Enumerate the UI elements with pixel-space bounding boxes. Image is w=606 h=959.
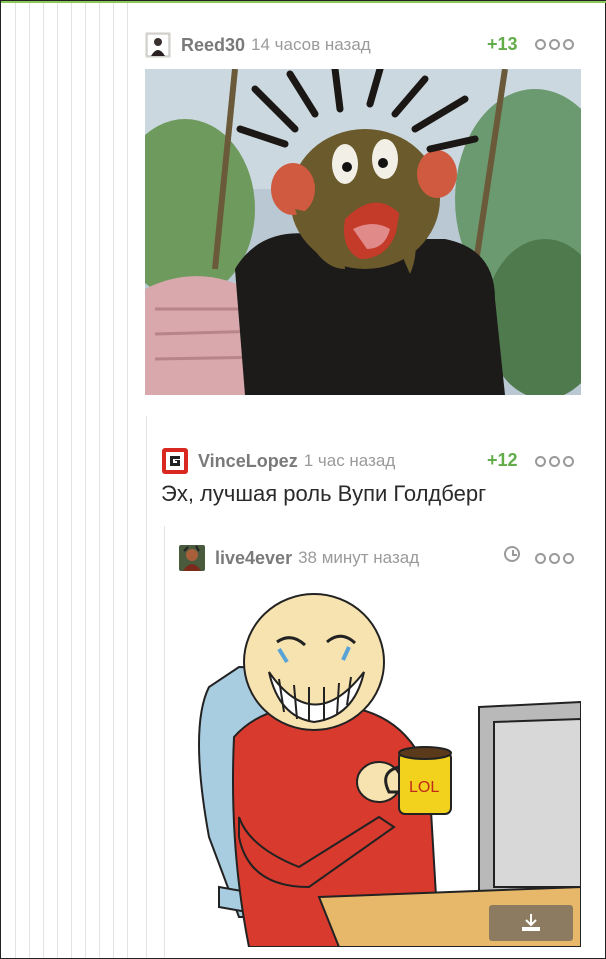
- download-icon: [522, 914, 540, 931]
- comment-text: Эх, лучшая роль Вупи Голдберг: [161, 481, 487, 506]
- more-options-icon[interactable]: [535, 39, 574, 50]
- comment-header: live4ever 38 минут назад: [179, 544, 419, 572]
- thread-line: [29, 3, 30, 958]
- thread-line: [43, 3, 44, 958]
- thread-line: [146, 416, 147, 958]
- thread-line: [57, 3, 58, 958]
- character-avatar-icon[interactable]: [179, 545, 205, 571]
- comment-header: Reed30 14 часов назад: [145, 31, 371, 59]
- thread-line: [71, 3, 72, 958]
- mug-text: LOL: [409, 779, 439, 796]
- comment-time: 38 минут назад: [298, 548, 420, 567]
- username[interactable]: VinceLopez: [198, 451, 298, 472]
- thread-line: [164, 526, 165, 958]
- clock-icon: [504, 546, 520, 562]
- username[interactable]: Reed30: [181, 35, 245, 56]
- username[interactable]: live4ever: [215, 548, 292, 569]
- comment-time: 1 час назад: [303, 451, 396, 470]
- thread-line: [15, 3, 16, 958]
- thread-line: [127, 3, 128, 958]
- user-avatar-icon[interactable]: [145, 32, 171, 58]
- comment-rating: +12: [487, 450, 518, 470]
- thread-line: [85, 3, 86, 958]
- laughing-meme-image[interactable]: LOL: [179, 587, 581, 947]
- download-button[interactable]: [489, 905, 573, 941]
- thread-line: [113, 3, 114, 958]
- cartoon-character-surprised-image[interactable]: [145, 69, 581, 395]
- more-options-icon[interactable]: [535, 553, 574, 564]
- top-accent-line: [1, 1, 606, 3]
- comment-time: 14 часов назад: [251, 35, 371, 54]
- thread-line: [99, 3, 100, 958]
- more-options-icon[interactable]: [535, 456, 574, 467]
- comment-rating: +13: [487, 34, 518, 54]
- comment-header: VinceLopez 1 час назад: [162, 447, 395, 475]
- red-g-logo-icon[interactable]: [162, 448, 188, 474]
